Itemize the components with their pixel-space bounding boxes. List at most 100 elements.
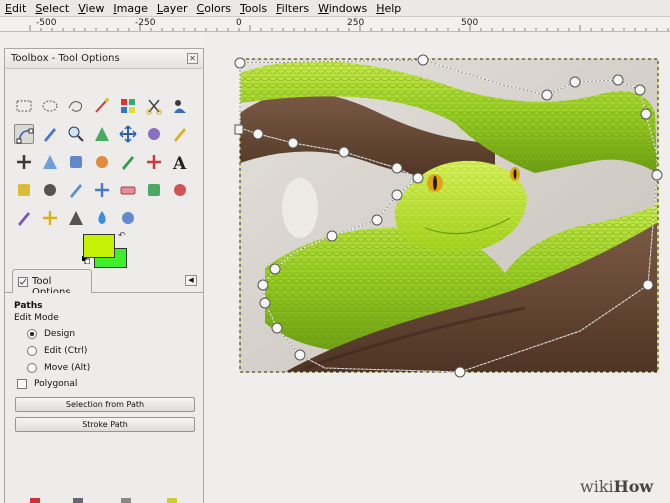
measure-icon[interactable] bbox=[92, 124, 112, 144]
menu-edit[interactable]: Edit bbox=[5, 2, 26, 15]
radio-design[interactable] bbox=[27, 329, 37, 339]
image-canvas[interactable] bbox=[205, 33, 670, 503]
menu-filters[interactable]: Filters bbox=[276, 2, 309, 15]
path-anchor[interactable] bbox=[417, 54, 429, 66]
menu-colors[interactable]: Colors bbox=[197, 2, 231, 15]
crop-icon-glyph bbox=[174, 128, 186, 142]
crop-icon[interactable] bbox=[170, 124, 190, 144]
dock-button-icon[interactable] bbox=[167, 498, 177, 503]
path-anchor[interactable] bbox=[257, 279, 269, 291]
airbrush-icon[interactable] bbox=[144, 180, 164, 200]
perspective-icon[interactable] bbox=[92, 152, 112, 172]
horizontal-ruler[interactable]: -500 -250 0 250 500 bbox=[0, 17, 670, 32]
polygonal-option[interactable]: Polygonal bbox=[17, 379, 77, 389]
move-icon[interactable] bbox=[118, 124, 138, 144]
shear-icon[interactable] bbox=[66, 152, 86, 172]
rect-select-icon[interactable] bbox=[14, 96, 34, 116]
mode-edit-option[interactable]: Edit (Ctrl) bbox=[27, 344, 87, 358]
paths-icon[interactable] bbox=[14, 124, 34, 144]
select-by-color-icon[interactable] bbox=[118, 96, 138, 116]
path-anchor[interactable] bbox=[569, 76, 581, 88]
menu-layer[interactable]: Layer bbox=[157, 2, 188, 15]
dock-button-icon[interactable] bbox=[73, 498, 83, 503]
path-anchor[interactable] bbox=[612, 74, 624, 86]
ellipse-select-icon[interactable] bbox=[40, 96, 60, 116]
radio-move[interactable] bbox=[27, 363, 37, 373]
mode-design-option[interactable]: Design bbox=[27, 327, 75, 341]
path-anchor[interactable] bbox=[391, 162, 403, 174]
radio-edit[interactable] bbox=[27, 346, 37, 356]
path-anchor[interactable] bbox=[269, 263, 281, 275]
dodge-burn-icon[interactable] bbox=[118, 208, 138, 228]
watermark-how: How bbox=[613, 477, 654, 496]
transform-handle-icon[interactable] bbox=[234, 124, 244, 135]
swap-colors-icon[interactable]: ↶ bbox=[118, 231, 126, 241]
eraser-icon-glyph bbox=[120, 186, 136, 195]
options-heading: Paths bbox=[14, 301, 43, 311]
path-anchor[interactable] bbox=[391, 189, 403, 201]
path-anchor[interactable] bbox=[338, 146, 350, 158]
path-anchor[interactable] bbox=[412, 172, 424, 184]
tab-menu-arrow-icon[interactable]: ◀ bbox=[185, 275, 197, 286]
scissors-icon[interactable] bbox=[144, 96, 164, 116]
menu-select[interactable]: Select bbox=[35, 2, 69, 15]
paintbrush-icon[interactable] bbox=[92, 180, 112, 200]
selection-from-path-button[interactable]: Selection from Path bbox=[15, 397, 195, 412]
path-anchor[interactable] bbox=[371, 214, 383, 226]
bucket-fill-icon[interactable] bbox=[14, 180, 34, 200]
fuzzy-select-icon[interactable] bbox=[92, 96, 112, 116]
foreground-color-swatch[interactable] bbox=[83, 234, 115, 258]
text-icon-glyph: A bbox=[172, 154, 187, 174]
close-icon[interactable]: ✕ bbox=[187, 53, 198, 64]
align-icon[interactable] bbox=[144, 124, 164, 144]
blend-icon[interactable] bbox=[40, 180, 60, 200]
rotate-icon[interactable] bbox=[14, 152, 34, 172]
dock-button-icon[interactable] bbox=[121, 498, 131, 503]
path-anchor[interactable] bbox=[234, 57, 246, 69]
tab-tool-options[interactable]: Tool Options bbox=[12, 269, 92, 298]
free-select-icon[interactable] bbox=[66, 96, 86, 116]
cage-transform-icon[interactable] bbox=[144, 152, 164, 172]
dock-button-icon[interactable] bbox=[30, 498, 40, 503]
path-anchor[interactable] bbox=[326, 230, 338, 242]
path-anchor[interactable] bbox=[634, 84, 646, 96]
rect-select-icon-glyph bbox=[16, 100, 32, 112]
menu-image[interactable]: Image bbox=[113, 2, 147, 15]
path-anchor[interactable] bbox=[642, 279, 654, 291]
smudge-icon[interactable] bbox=[66, 208, 86, 228]
menu-view[interactable]: View bbox=[78, 2, 104, 15]
path-anchor[interactable] bbox=[287, 137, 299, 149]
path-anchor[interactable] bbox=[541, 89, 553, 101]
path-anchor[interactable] bbox=[640, 108, 652, 120]
menu-windows[interactable]: Windows bbox=[318, 2, 367, 15]
mode-move-option[interactable]: Move (Alt) bbox=[27, 361, 90, 375]
zoom-icon[interactable] bbox=[66, 124, 86, 144]
path-anchor[interactable] bbox=[271, 322, 283, 334]
shear-icon-glyph bbox=[70, 156, 82, 168]
cage-transform-icon-glyph bbox=[147, 155, 161, 169]
path-anchor[interactable] bbox=[651, 169, 663, 181]
path-anchor[interactable] bbox=[252, 128, 264, 140]
menu-tools[interactable]: Tools bbox=[240, 2, 267, 15]
canvas-area[interactable] bbox=[205, 33, 670, 503]
heal-icon[interactable] bbox=[40, 208, 60, 228]
toolbox-titlebar[interactable]: Toolbox - Tool Options ✕ bbox=[5, 49, 203, 69]
stroke-path-button[interactable]: Stroke Path bbox=[15, 417, 195, 432]
scale-icon[interactable] bbox=[40, 152, 60, 172]
text-icon[interactable]: A bbox=[170, 152, 190, 174]
blur-icon-glyph bbox=[98, 211, 106, 224]
path-anchor[interactable] bbox=[454, 366, 466, 378]
flip-icon[interactable] bbox=[118, 152, 138, 172]
ink-icon[interactable] bbox=[170, 180, 190, 200]
eraser-icon[interactable] bbox=[118, 180, 138, 200]
path-anchor[interactable] bbox=[294, 349, 306, 361]
menu-help[interactable]: Help bbox=[376, 2, 401, 15]
color-picker-icon[interactable] bbox=[40, 124, 60, 144]
clone-icon[interactable] bbox=[14, 208, 34, 228]
blur-icon[interactable] bbox=[92, 208, 112, 228]
path-anchor[interactable] bbox=[259, 297, 271, 309]
flip-icon-glyph bbox=[122, 156, 134, 170]
polygonal-checkbox[interactable] bbox=[17, 379, 27, 389]
foreground-select-icon[interactable] bbox=[170, 96, 190, 116]
pencil-icon[interactable] bbox=[66, 180, 86, 200]
